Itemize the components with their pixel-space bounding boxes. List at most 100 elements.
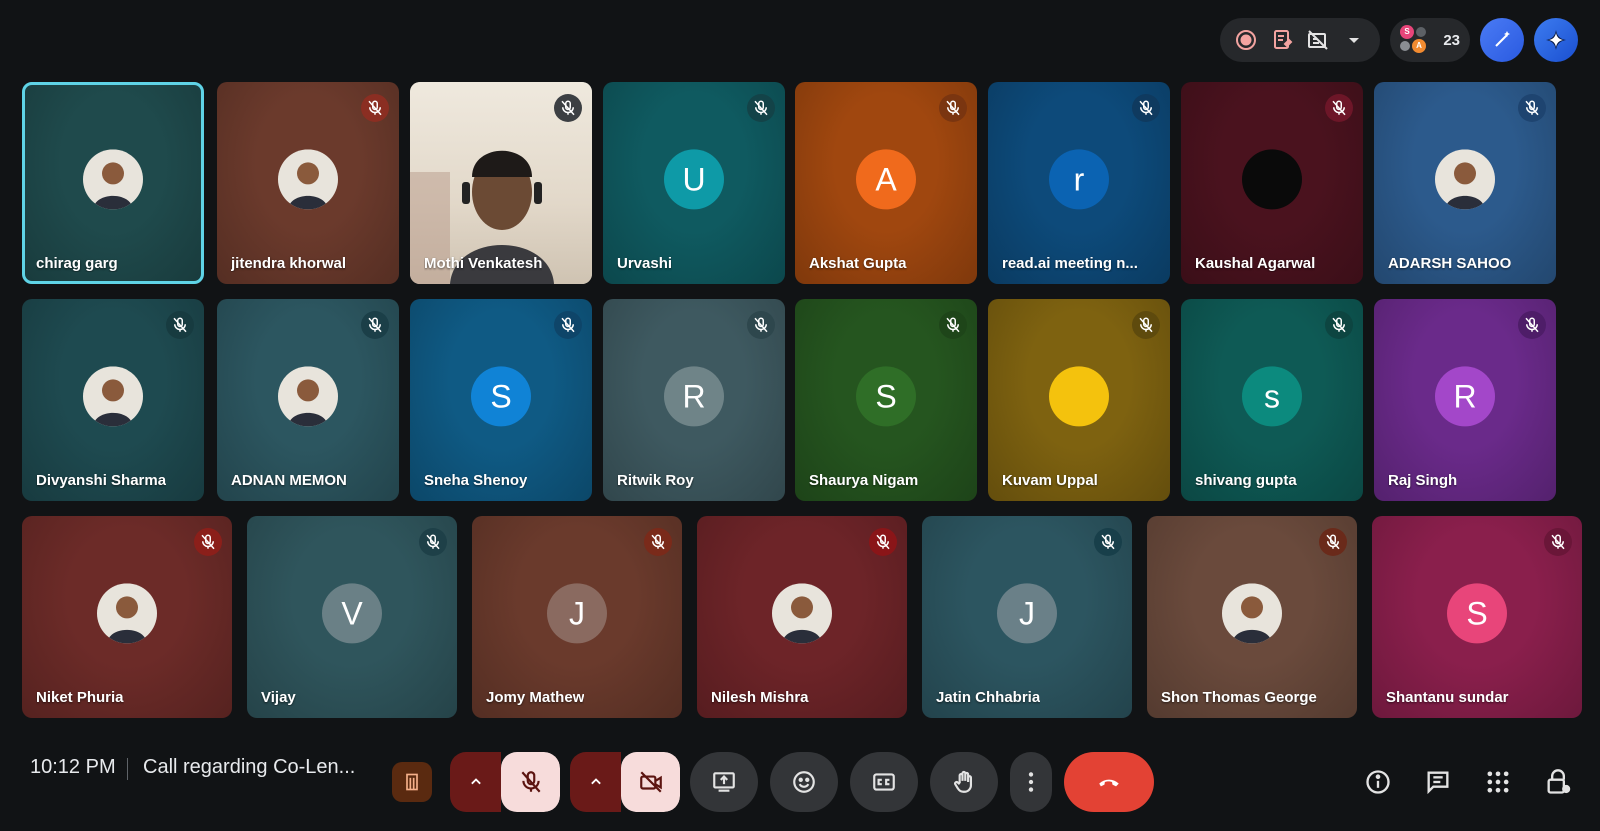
mic-off-icon xyxy=(361,94,389,122)
record-icon[interactable] xyxy=(1229,23,1263,57)
participant-tile[interactable]: S Shaurya Nigam xyxy=(795,299,977,501)
host-controls-button[interactable] xyxy=(1542,766,1574,798)
participant-tile[interactable]: Mothi Venkatesh xyxy=(410,82,592,284)
participant-name: read.ai meeting n... xyxy=(1002,255,1138,272)
participant-tile[interactable]: U Urvashi xyxy=(603,82,785,284)
participant-tile[interactable]: A Akshat Gupta xyxy=(795,82,977,284)
avatar-initial: R xyxy=(682,377,706,414)
participant-avatar xyxy=(83,366,143,427)
captions-button[interactable] xyxy=(850,752,918,812)
raise-hand-button[interactable] xyxy=(930,752,998,812)
participant-tile[interactable]: chirag garg xyxy=(22,82,204,284)
participant-avatar xyxy=(278,366,338,427)
participant-avatar xyxy=(278,149,338,210)
participant-name: Divyanshi Sharma xyxy=(36,472,167,489)
mic-off-icon xyxy=(361,311,389,339)
participant-name: Kuvam Uppal xyxy=(1002,472,1098,489)
more-options-button[interactable] xyxy=(1010,752,1052,812)
participant-tile[interactable]: ADARSH SAHOO xyxy=(1374,82,1556,284)
participant-name: Raj Singh xyxy=(1388,472,1458,489)
mic-off-icon xyxy=(1518,94,1546,122)
mini-avatar-1: S xyxy=(1400,25,1414,39)
participant-tile[interactable]: J Jomy Mathew xyxy=(472,516,682,718)
participant-tile[interactable]: S Shantanu sundar xyxy=(1372,516,1582,718)
participant-name: Shon Thomas George xyxy=(1161,689,1317,706)
cc-icon xyxy=(873,773,895,791)
mic-options-button[interactable] xyxy=(450,752,502,812)
participant-name: Sneha Shenoy xyxy=(424,472,528,489)
participant-tile[interactable]: S Sneha Shenoy xyxy=(410,299,592,501)
mic-off-icon xyxy=(1518,311,1546,339)
participant-tile[interactable]: ADNAN MEMON xyxy=(217,299,399,501)
more-vertical-icon xyxy=(1028,772,1034,792)
chat-button[interactable] xyxy=(1422,766,1454,798)
avatar-initial: J xyxy=(569,594,585,631)
camera-off-icon xyxy=(639,771,662,793)
door-icon xyxy=(406,773,418,791)
participant-tile[interactable]: s shivang gupta xyxy=(1181,299,1363,501)
participant-name: Jomy Mathew xyxy=(486,689,585,706)
participant-avatar: U xyxy=(664,149,724,210)
mic-off-icon xyxy=(939,94,967,122)
participant-tile[interactable]: r read.ai meeting n... xyxy=(988,82,1170,284)
participant-name: ADARSH SAHOO xyxy=(1388,255,1512,272)
mic-off-icon xyxy=(521,771,541,793)
participant-tile[interactable]: jitendra khorwal xyxy=(217,82,399,284)
magic-pen-icon xyxy=(1495,31,1510,47)
mic-off-icon xyxy=(1544,528,1572,556)
meet-window: S A 23 chirag garg jitendra khorwal Mothi … xyxy=(0,0,1600,831)
participant-tile[interactable]: J Jatin Chhabria xyxy=(922,516,1132,718)
participants-button[interactable]: S A 23 xyxy=(1390,18,1470,62)
participant-avatar: J xyxy=(547,583,607,644)
participant-tile[interactable]: Niket Phuria xyxy=(22,516,232,718)
avatar-initial: V xyxy=(341,594,363,631)
participant-name: Niket Phuria xyxy=(36,689,124,706)
mini-avatar-dot xyxy=(1400,41,1410,51)
participant-mini-avatars: S A xyxy=(1400,25,1430,55)
participant-name: Urvashi xyxy=(617,255,673,272)
participant-tile[interactable]: Nilesh Mishra xyxy=(697,516,907,718)
mic-off-icon xyxy=(747,94,775,122)
participant-tile[interactable]: V Vijay xyxy=(247,516,457,718)
present-screen-icon xyxy=(713,772,735,792)
meeting-clock: 10:12 PM xyxy=(30,756,116,778)
leave-call-button[interactable] xyxy=(1064,752,1154,812)
participant-tile[interactable]: R Raj Singh xyxy=(1374,299,1556,501)
apps-grid-icon xyxy=(1487,771,1509,793)
sparkle-icon xyxy=(1546,30,1566,50)
notes-icon[interactable] xyxy=(1265,23,1299,57)
participant-tile[interactable]: Shon Thomas George xyxy=(1147,516,1357,718)
avatar-initial: J xyxy=(1019,594,1035,631)
meeting-details-button[interactable] xyxy=(1362,766,1394,798)
mini-avatar-2: A xyxy=(1412,39,1426,53)
present-button[interactable] xyxy=(690,752,758,812)
participant-avatar: V xyxy=(322,583,382,644)
participant-avatar: R xyxy=(1435,366,1495,427)
avatar-initial: U xyxy=(682,160,706,197)
mic-off-icon xyxy=(166,311,194,339)
meeting-title[interactable]: Call regarding Co-Len... xyxy=(143,756,355,779)
gemini-button[interactable] xyxy=(1534,18,1578,62)
participant-avatar xyxy=(1242,149,1302,210)
captions-off-icon[interactable] xyxy=(1301,23,1335,57)
mic-toggle-button[interactable] xyxy=(501,752,560,812)
participant-avatar xyxy=(1222,583,1282,644)
companion-button[interactable] xyxy=(392,762,432,802)
mic-off-icon xyxy=(747,311,775,339)
ai-pen-button[interactable] xyxy=(1480,18,1524,62)
reactions-button[interactable] xyxy=(770,752,838,812)
participant-avatar: s xyxy=(1242,366,1302,427)
participant-tile[interactable]: Kuvam Uppal xyxy=(988,299,1170,501)
camera-toggle-button[interactable] xyxy=(621,752,680,812)
activities-button[interactable] xyxy=(1482,766,1514,798)
participant-avatar: S xyxy=(856,366,916,427)
emoji-icon xyxy=(793,771,815,793)
participant-tile[interactable]: R Ritwik Roy xyxy=(603,299,785,501)
camera-options-button[interactable] xyxy=(570,752,622,812)
chevron-down-icon[interactable] xyxy=(1337,23,1371,57)
participant-avatar xyxy=(1049,366,1109,427)
mic-off-icon xyxy=(554,94,582,122)
participant-tile[interactable]: Divyanshi Sharma xyxy=(22,299,204,501)
participant-tile[interactable]: Kaushal Agarwal xyxy=(1181,82,1363,284)
participant-avatar: S xyxy=(471,366,531,427)
